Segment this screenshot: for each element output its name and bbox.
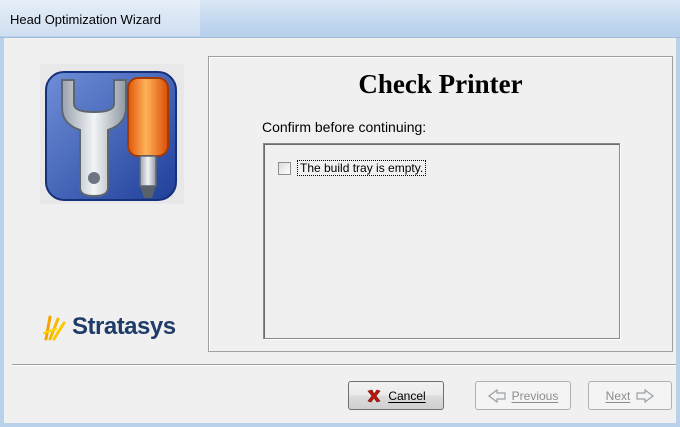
stratasys-mark-icon <box>43 315 66 341</box>
previous-button-label: Previous <box>511 388 559 403</box>
title-bar[interactable]: Head Optimization Wizard <box>0 0 680 38</box>
checklist-item-build-tray[interactable]: The build tray is empty. <box>278 160 427 176</box>
wrench-screwdriver-icon <box>40 64 184 204</box>
window-title: Head Optimization Wizard <box>10 12 161 27</box>
page-title: Check Printer <box>358 69 523 99</box>
previous-button[interactable]: Previous <box>475 381 571 410</box>
footer-separator <box>12 364 676 366</box>
wizard-sidebar: Stratasys <box>16 58 204 353</box>
arrow-left-icon <box>487 388 506 403</box>
confirmation-checklist: The build tray is empty. <box>263 143 620 339</box>
brand-name: Stratasys <box>72 313 176 340</box>
checklist-item-label[interactable]: The build tray is empty. <box>297 160 427 176</box>
wizard-window: Head Optimization Wizard Stratasys Check… <box>0 0 680 427</box>
cancel-button-label: Cancel <box>388 388 426 403</box>
confirm-label: Confirm before continuing: <box>262 119 427 135</box>
arrow-right-icon <box>636 388 655 403</box>
wizard-content: Check Printer Confirm before continuing:… <box>208 56 673 352</box>
next-button-label: Next <box>605 388 631 403</box>
cancel-button[interactable]: Cancel <box>348 381 444 410</box>
red-x-icon <box>366 388 382 404</box>
next-button[interactable]: Next <box>588 381 672 410</box>
build-tray-empty-checkbox[interactable] <box>278 161 291 175</box>
stratasys-logo: Stratasys <box>42 312 176 342</box>
